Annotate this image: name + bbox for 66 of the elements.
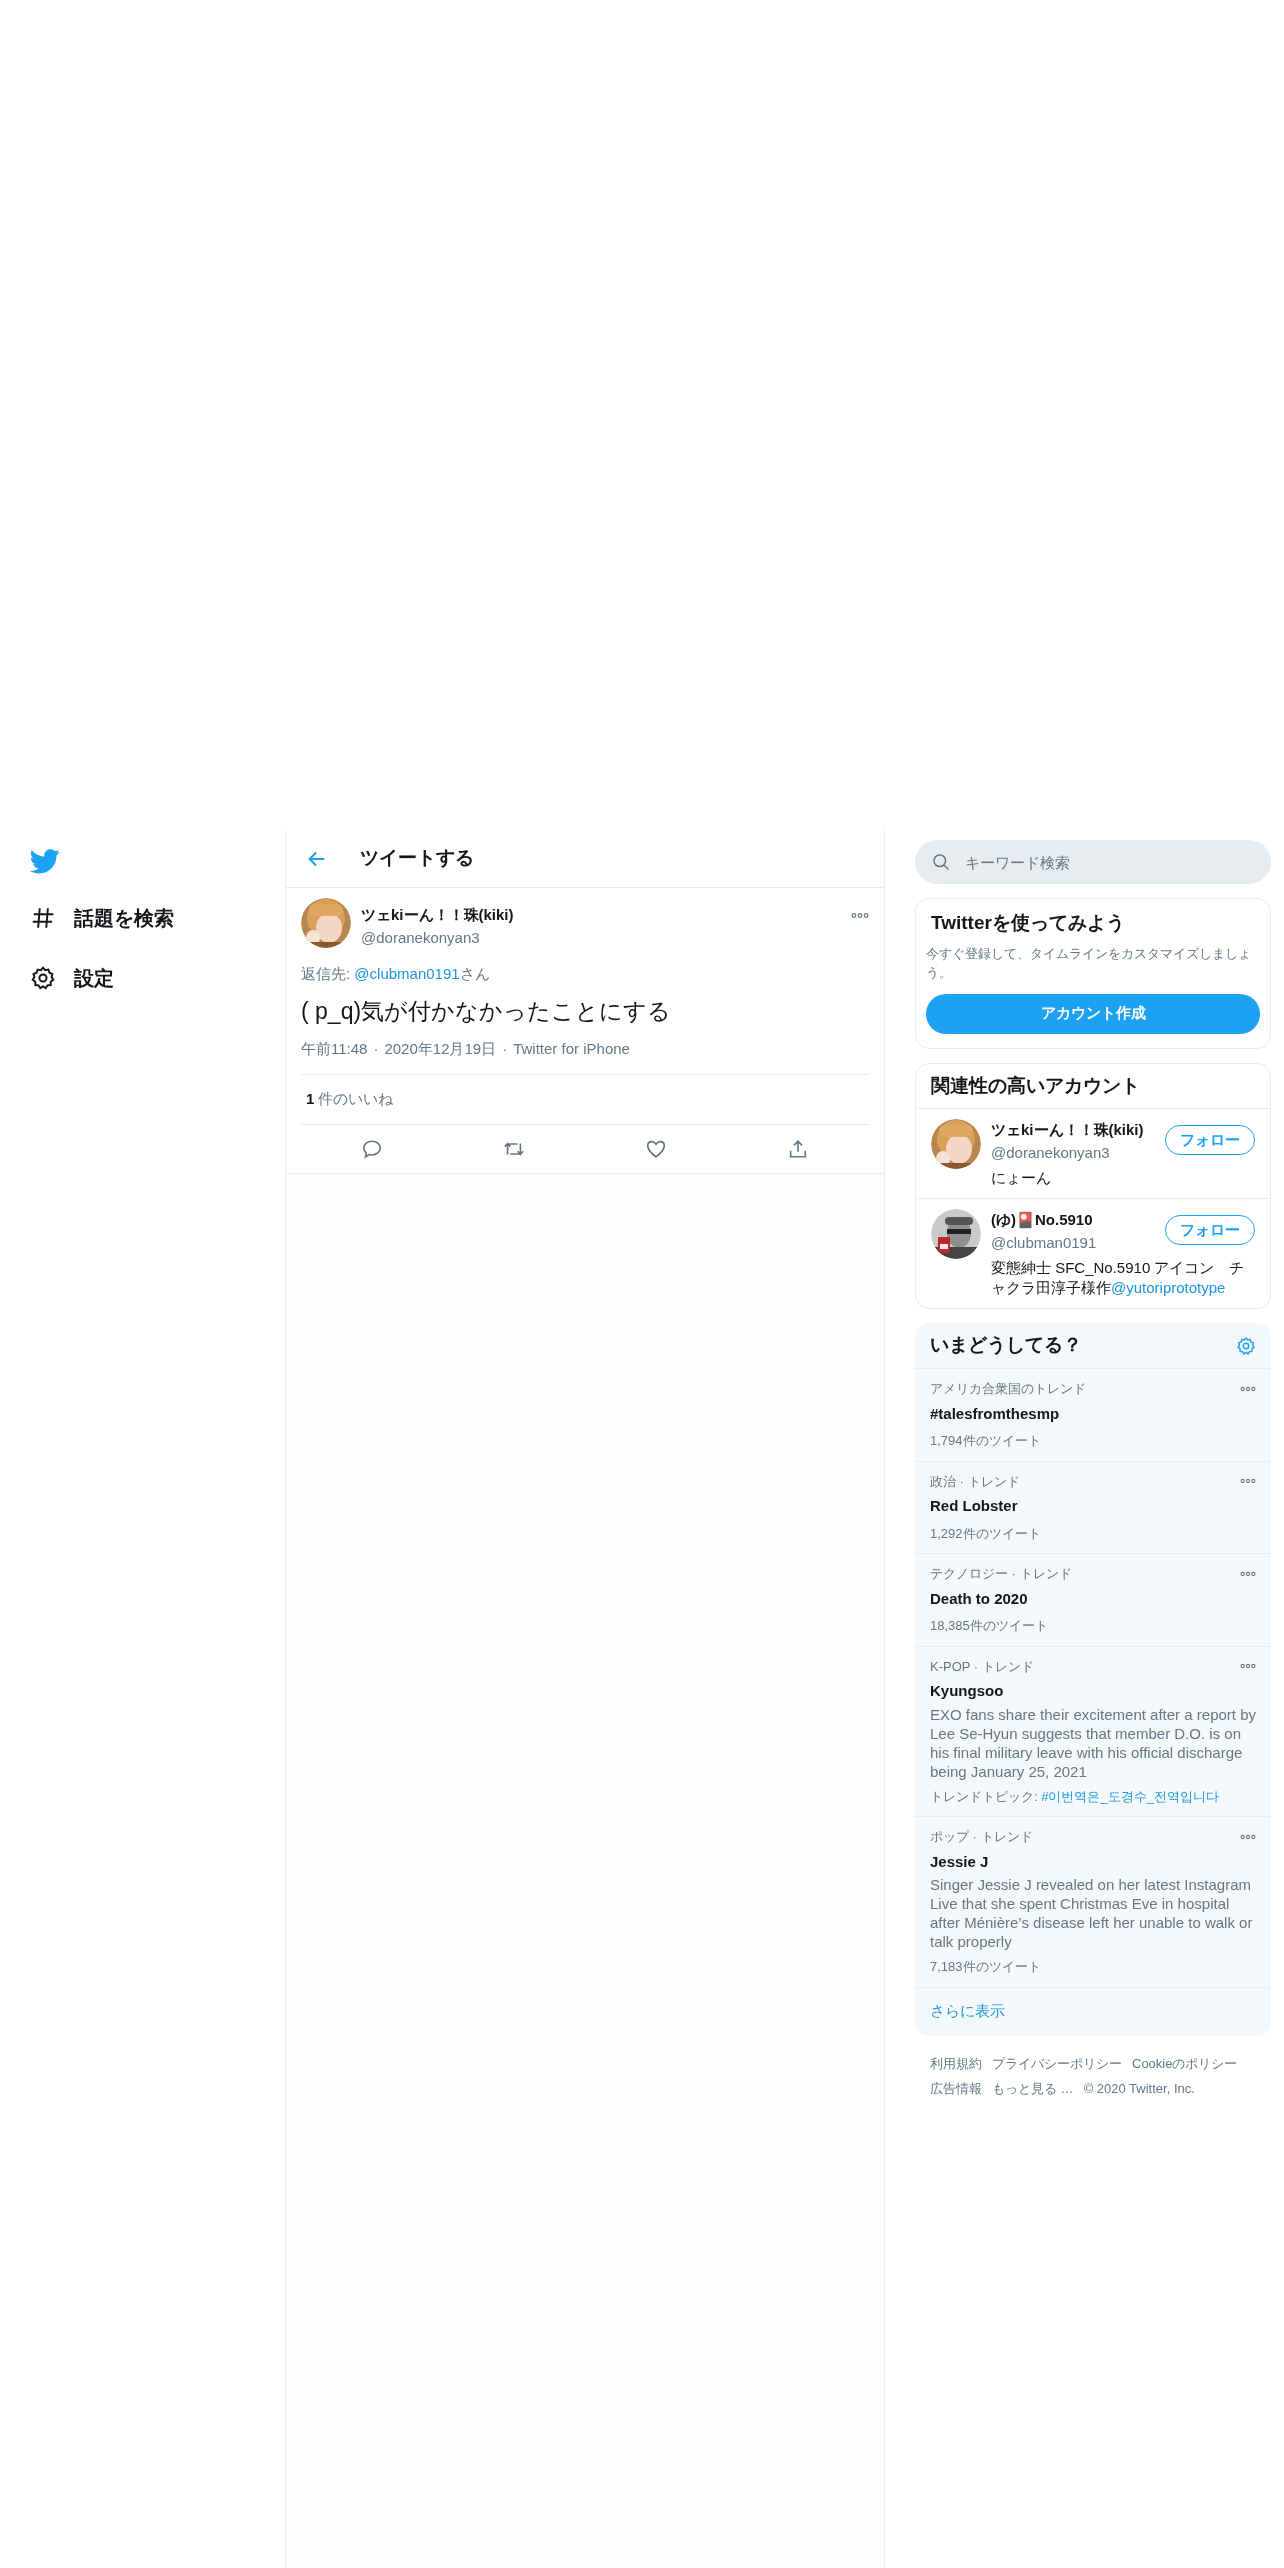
mention-link[interactable]: @yutoriprototype xyxy=(1111,1279,1226,1296)
mention-link[interactable]: @clubman0191 xyxy=(354,965,460,982)
search-field[interactable]: キーワード検索 xyxy=(915,840,1271,884)
tweet-count: 1,292件のツイート xyxy=(930,1524,1042,1543)
user-name[interactable]: (ゆ)🎴No.5910 xyxy=(991,1209,1093,1232)
user-name[interactable]: ツェkiーん！！珠(kiki) xyxy=(991,1119,1144,1142)
tweet-count: 1,794件のツイート xyxy=(930,1432,1042,1450)
trend-topic: トレンドトピック: #이번역은_도경수_전역입니다 xyxy=(930,1787,1220,1806)
card-title: いまどうしてる？ xyxy=(930,1333,1082,1358)
tweet-date: 2020年12月19日 xyxy=(384,1038,497,1059)
trend-name[interactable]: Death to 2020 xyxy=(930,1587,1028,1610)
reply-info: 返信先: @clubman0191さん xyxy=(301,964,491,984)
share-icon[interactable] xyxy=(787,1138,809,1160)
footer-link[interactable]: Cookieのポリシー xyxy=(1132,2053,1238,2073)
hashtag-link[interactable]: #이번역은_도경수_전역입니다 xyxy=(1041,1788,1219,1804)
like-count[interactable]: 1 件のいいね xyxy=(306,1088,394,1111)
trend-name[interactable]: Red Lobster xyxy=(930,1495,1018,1518)
user-handle[interactable]: @doranekonyan3 xyxy=(991,1141,1110,1164)
more-icon[interactable] xyxy=(1240,1570,1256,1577)
more-icon[interactable] xyxy=(1240,1833,1256,1840)
tweet-time: 午前11:48 xyxy=(301,1038,368,1059)
more-icon[interactable] xyxy=(1240,1478,1256,1485)
settings-icon[interactable] xyxy=(1236,1335,1256,1356)
trend-name[interactable]: Jessie J xyxy=(930,1850,989,1873)
tweet-text: ( p_q)気が付かなかったことにする xyxy=(301,996,673,1026)
nav-item[interactable]: 話題を検索 xyxy=(30,900,285,936)
signup-text: 今すぐ登録して、タイムラインをカスタマイズしましょう。 xyxy=(926,944,1252,982)
card-title: 関連性の高いアカウント xyxy=(916,1063,1270,1109)
trend-description: EXO fans share their excitement after a report by Lee Se-Hyun suggests that member D.O. is on his final military leave with his official discharge being January 25, 2021 xyxy=(930,1704,1256,1781)
search-icon xyxy=(931,852,951,872)
user-handle[interactable]: @doranekonyan3 xyxy=(361,926,480,949)
more-icon[interactable] xyxy=(1240,1385,1256,1392)
user-bio: 変態紳士 SFC_No.5910 アイコン チャクラ田淳子様作@yutoriprototype xyxy=(991,1258,1246,1298)
trend-name[interactable]: #talesfromthesmp xyxy=(930,1402,1060,1425)
create-account-button[interactable]: アカウント作成 xyxy=(926,993,1260,1034)
trend-context: ポップ · トレンド xyxy=(930,1828,1033,1846)
tweet-source[interactable]: Twitter for iPhone xyxy=(513,1037,630,1060)
more-icon[interactable] xyxy=(1240,1663,1256,1670)
more-icon[interactable] xyxy=(851,912,869,919)
settings-icon xyxy=(30,965,56,991)
tweet-count: 7,183件のツイート xyxy=(930,1958,1042,1976)
user-bio: にょーん xyxy=(991,1168,1052,1188)
show-more-link[interactable]: さらに表示 xyxy=(930,2000,1005,2023)
copyright-text: © 2020 Twitter, Inc. xyxy=(1083,2080,1195,2098)
trend-name[interactable]: Kyungsoo xyxy=(930,1680,1004,1703)
twitter-logo-icon[interactable] xyxy=(30,846,60,876)
reply-icon[interactable] xyxy=(361,1138,383,1160)
user-name[interactable]: ツェkiーん！！珠(kiki) xyxy=(361,904,514,927)
separator-dot: · xyxy=(373,1038,379,1059)
footer-link[interactable]: 利用規約 xyxy=(930,2053,982,2073)
trend-description: Singer Jessie J revealed on her latest Instagram Live that she spent Christmas Eve in hospital after Ménière’s disease left her unable to walk or talk properly xyxy=(930,1875,1254,1951)
footer-link[interactable]: もっと見る … xyxy=(992,2079,1074,2099)
separator-dot: · xyxy=(502,1038,508,1059)
footer-link[interactable]: 広告情報 xyxy=(930,2079,982,2099)
trend-context: テクノロジー · トレンド xyxy=(930,1565,1072,1583)
card-title: Twitterを使ってみよう xyxy=(930,911,1126,935)
nav-item[interactable]: 設定 xyxy=(30,960,285,996)
footer-link[interactable]: プライバシーポリシー xyxy=(992,2053,1122,2073)
trend-context: アメリカ合衆国のトレンド xyxy=(930,1380,1086,1398)
tweet-count: 18,385件のツイート xyxy=(930,1617,1049,1635)
hashtag-icon xyxy=(30,905,56,931)
trend-context: K-POP · トレンド xyxy=(930,1657,1034,1676)
trend-context: 政治 · トレンド xyxy=(930,1472,1020,1491)
page-title: ツイートする xyxy=(360,846,474,871)
user-handle[interactable]: @clubman0191 xyxy=(991,1231,1097,1254)
like-icon[interactable] xyxy=(645,1138,667,1160)
